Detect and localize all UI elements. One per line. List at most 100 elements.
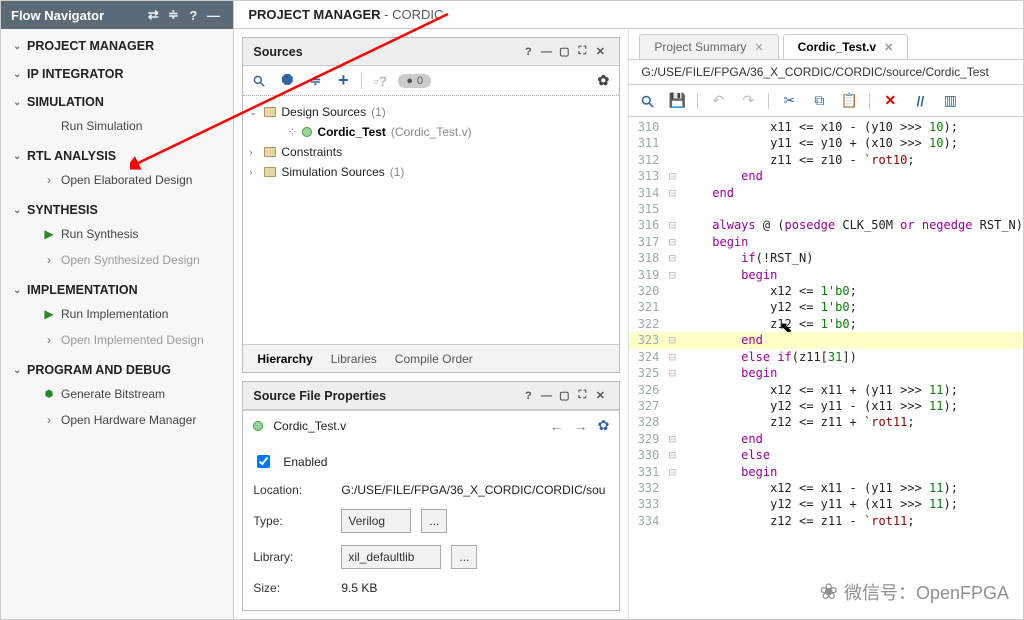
code-line[interactable]: 334 z12 <= z11 - `rot11;	[629, 513, 1023, 529]
location-value: G:/USE/FILE/FPGA/36_X_CORDIC/CORDIC/sou	[341, 483, 605, 497]
code-line[interactable]: 329⊟ end	[629, 431, 1023, 447]
nav-section[interactable]: ⌄ PROGRAM AND DEBUG	[1, 353, 233, 381]
editor-tab[interactable]: Project Summary✕	[639, 34, 778, 59]
minimize-icon[interactable]: —	[537, 46, 555, 58]
code-editor[interactable]: 310 x11 <= x10 - (y10 >>> 10);311 y11 <=…	[629, 117, 1023, 619]
minimize-icon[interactable]: —	[537, 390, 555, 402]
redo-icon[interactable]: ↷	[738, 92, 758, 109]
restore-icon[interactable]: ▢	[555, 45, 573, 58]
save-icon[interactable]: 💾	[667, 92, 687, 109]
prev-icon[interactable]: ←	[550, 418, 564, 434]
collapse-all-icon[interactable]: ⯃	[277, 71, 297, 91]
close-icon[interactable]: ✕	[591, 45, 609, 58]
doc-icon[interactable]: ▫?	[370, 71, 390, 91]
library-field[interactable]: xil_defaultlib	[341, 545, 441, 569]
nav-item[interactable]: ▶Run Synthesis	[1, 221, 233, 247]
nav-item[interactable]: ▶Run Implementation	[1, 301, 233, 327]
search-icon[interactable]	[637, 92, 657, 109]
help-icon[interactable]: ?	[183, 8, 203, 23]
help-icon[interactable]: ?	[519, 46, 537, 58]
add-source-button[interactable]: +	[333, 71, 353, 91]
flow-navigator: Flow Navigator ⇄ ≑ ? — ⌄ PROJECT MANAGER…	[1, 1, 234, 619]
code-line[interactable]: 321 y12 <= 1'b0;	[629, 299, 1023, 315]
help-icon[interactable]: ?	[519, 390, 537, 402]
top-module-node[interactable]: ⁘ Cordic_Test (Cordic_Test.v)	[247, 122, 615, 142]
code-line[interactable]: 326 x12 <= x11 + (y11 >>> 11);	[629, 382, 1023, 398]
search-icon[interactable]	[249, 71, 269, 91]
nav-section[interactable]: ⌄ IMPLEMENTATION	[1, 273, 233, 301]
nav-section[interactable]: ⌄ PROJECT MANAGER	[1, 29, 233, 57]
close-icon[interactable]: ✕	[884, 41, 893, 54]
type-browse-button[interactable]: ...	[421, 509, 447, 533]
nav-item[interactable]: ›Open Implemented Design	[1, 327, 233, 353]
code-line[interactable]: 327 y12 <= y11 - (x11 >>> 11);	[629, 398, 1023, 414]
code-line[interactable]: 328 z12 <= z11 + `rot11;	[629, 414, 1023, 430]
editor-tab[interactable]: Cordic_Test.v✕	[783, 34, 909, 59]
expand-icon[interactable]: ≑	[305, 71, 325, 91]
nav-section[interactable]: ⌄ RTL ANALYSIS	[1, 139, 233, 167]
nav-section[interactable]: ⌄ IP INTEGRATOR	[1, 57, 233, 85]
module-icon	[302, 127, 312, 137]
comment-icon[interactable]: //	[910, 93, 930, 109]
code-line[interactable]: 331⊟ begin	[629, 464, 1023, 480]
nav-item[interactable]: ›Open Hardware Manager	[1, 407, 233, 433]
design-sources-node[interactable]: ⌄ Design Sources (1)	[247, 102, 615, 122]
code-line[interactable]: 324⊟ else if(z11[31])	[629, 349, 1023, 365]
code-line[interactable]: 316⊟ always @ (posedge CLK_50M or negedg…	[629, 217, 1023, 233]
code-line[interactable]: 317⊟ begin	[629, 234, 1023, 250]
minimize-icon[interactable]: —	[203, 8, 223, 23]
delete-icon[interactable]: ✕	[880, 92, 900, 109]
size-value: 9.5 KB	[341, 581, 377, 595]
maximize-icon[interactable]: ⛶	[573, 45, 591, 58]
code-line[interactable]: 323⊟ end	[629, 332, 1023, 348]
nav-section[interactable]: ⌄ SIMULATION	[1, 85, 233, 113]
code-line[interactable]: 315	[629, 201, 1023, 217]
code-line[interactable]: 313⊟ end	[629, 168, 1023, 184]
library-browse-button[interactable]: ...	[451, 545, 477, 569]
paste-icon[interactable]: 📋	[839, 92, 859, 109]
copy-icon[interactable]: ⧉	[809, 92, 829, 109]
nav-item[interactable]: ›Open Elaborated Design	[1, 167, 233, 193]
type-field[interactable]: Verilog	[341, 509, 411, 533]
next-icon[interactable]: →	[574, 418, 588, 434]
nav-item[interactable]: ›Open Synthesized Design	[1, 247, 233, 273]
maximize-icon[interactable]: ⛶	[573, 389, 591, 402]
close-icon[interactable]: ✕	[754, 41, 763, 54]
main-area: PROJECT MANAGER - CORDIC Sources ? — ▢ ⛶…	[234, 1, 1023, 619]
restore-icon[interactable]: ▢	[555, 389, 573, 402]
tab-compile-order[interactable]: Compile Order	[395, 352, 473, 366]
code-line[interactable]: 312 z11 <= z10 - `rot10;	[629, 152, 1023, 168]
nav-title: Flow Navigator	[11, 8, 104, 23]
tab-hierarchy[interactable]: Hierarchy	[257, 352, 312, 366]
code-line[interactable]: 332 x12 <= x11 - (y11 >>> 11);	[629, 480, 1023, 496]
nav-section[interactable]: ⌄ SYNTHESIS	[1, 193, 233, 221]
columns-icon[interactable]: ▥	[940, 92, 960, 109]
undo-icon[interactable]: ↶	[708, 92, 728, 109]
settings-icon[interactable]: ✿	[593, 71, 613, 91]
message-pill[interactable]: ● 0	[398, 74, 431, 88]
sources-tree[interactable]: ⌄ Design Sources (1) ⁘ Cordic_Test (Cord…	[243, 96, 619, 344]
code-line[interactable]: 310 x11 <= x10 - (y10 >>> 10);	[629, 119, 1023, 135]
code-line[interactable]: 311 y11 <= y10 + (x10 >>> 10);	[629, 135, 1023, 151]
code-line[interactable]: 333 y12 <= y11 + (x11 >>> 11);	[629, 496, 1023, 512]
code-line[interactable]: 319⊟ begin	[629, 267, 1023, 283]
code-line[interactable]: 322 z12 <= 1'b0;	[629, 316, 1023, 332]
constraints-node[interactable]: › Constraints	[247, 142, 615, 162]
editor-panel: Project Summary✕Cordic_Test.v✕ G:/USE/FI…	[629, 29, 1023, 619]
code-line[interactable]: 320 x12 <= 1'b0;	[629, 283, 1023, 299]
folder-icon	[264, 167, 276, 177]
code-line[interactable]: 325⊟ begin	[629, 365, 1023, 381]
code-line[interactable]: 330⊟ else	[629, 447, 1023, 463]
tab-libraries[interactable]: Libraries	[331, 352, 377, 366]
cut-icon[interactable]: ✂	[779, 92, 799, 109]
expand-icon[interactable]: ≑	[163, 7, 183, 23]
enabled-checkbox[interactable]	[257, 455, 270, 468]
nav-item[interactable]: ⬢Generate Bitstream	[1, 381, 233, 407]
sim-sources-node[interactable]: › Simulation Sources (1)	[247, 162, 615, 182]
nav-item[interactable]: Run Simulation	[1, 113, 233, 139]
collapse-icon[interactable]: ⇄	[143, 7, 163, 23]
settings-icon[interactable]: ✿	[598, 417, 610, 434]
code-line[interactable]: 314⊟ end	[629, 185, 1023, 201]
code-line[interactable]: 318⊟ if(!RST_N)	[629, 250, 1023, 266]
close-icon[interactable]: ✕	[591, 389, 609, 402]
